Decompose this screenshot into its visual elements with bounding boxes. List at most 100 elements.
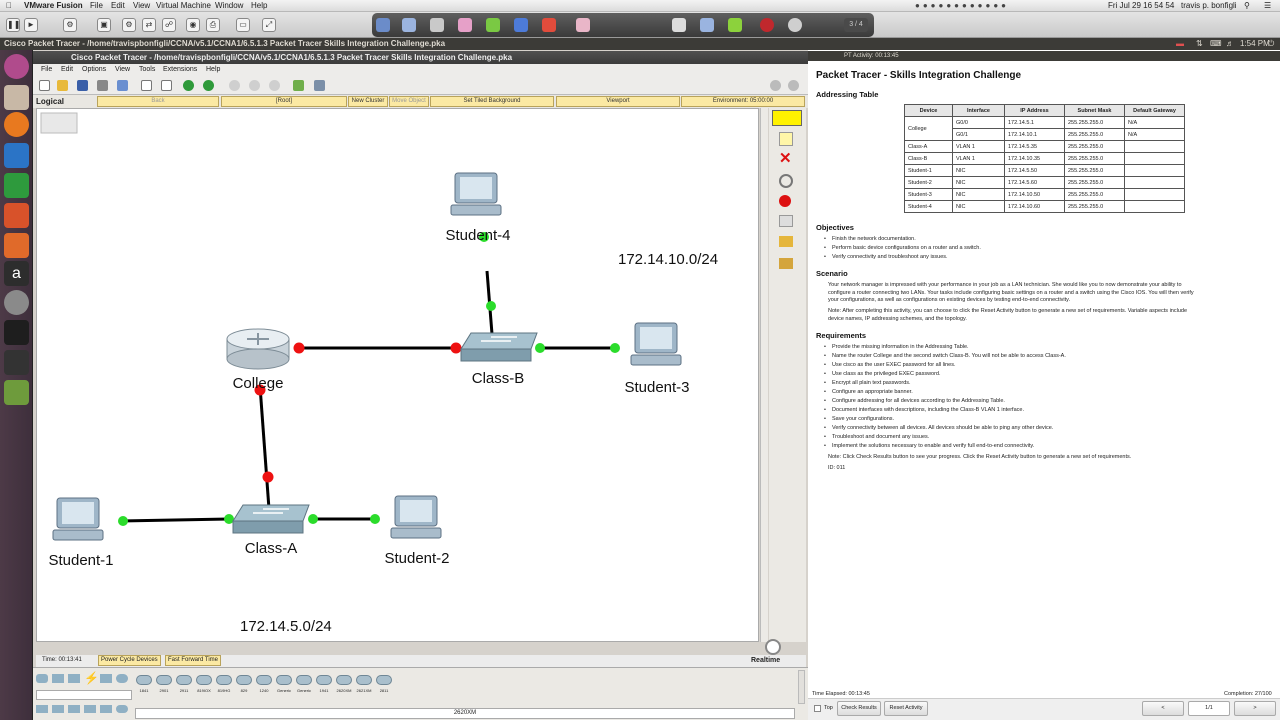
- wrench-icon[interactable]: ⚙: [63, 18, 77, 32]
- eraser-tool-icon[interactable]: [430, 18, 444, 32]
- zoom-reset-icon[interactable]: [249, 80, 260, 91]
- share-icon[interactable]: ⇄: [142, 18, 156, 32]
- usb-icon[interactable]: ☍: [162, 18, 176, 32]
- display-icon[interactable]: ▭: [236, 18, 250, 32]
- pt-menu-options[interactable]: Options: [82, 66, 106, 73]
- environment-button[interactable]: Environment: 05:00:00: [681, 96, 805, 107]
- device-model-item[interactable]: 1240: [255, 671, 273, 701]
- brain-tool-icon[interactable]: [576, 18, 590, 32]
- new-cluster-button[interactable]: New Cluster: [348, 96, 388, 107]
- menu-help[interactable]: Help: [251, 1, 267, 10]
- inspect-icon[interactable]: [779, 174, 793, 188]
- notification-icon[interactable]: ☰: [1264, 1, 1271, 10]
- device-model-item[interactable]: 2901: [155, 671, 173, 701]
- device-model-item[interactable]: 819HG: [215, 671, 233, 701]
- files-icon[interactable]: [4, 85, 29, 110]
- menu-virtual-machine[interactable]: Virtual Machine: [156, 1, 211, 10]
- zoom-out-icon[interactable]: [269, 80, 280, 91]
- device-label-classb[interactable]: Class-B: [472, 370, 525, 387]
- spotlight-icon[interactable]: ⚲: [1244, 1, 1250, 10]
- keyboard-icon[interactable]: ⌨: [1210, 39, 1222, 48]
- menu-window[interactable]: Window: [215, 1, 243, 10]
- device-label-college[interactable]: College: [233, 375, 284, 392]
- back-button[interactable]: Back: [97, 96, 219, 107]
- device-model-item[interactable]: 819IOX: [195, 671, 213, 701]
- ubuntu-clock[interactable]: 1:54 PM: [1240, 39, 1270, 48]
- app-name[interactable]: VMware Fusion: [24, 1, 83, 10]
- pt-menu-extensions[interactable]: Extensions: [163, 66, 197, 73]
- wan-category-icon[interactable]: [116, 674, 128, 683]
- device-model-item[interactable]: 2911: [175, 671, 193, 701]
- workspace-scrollbar[interactable]: [760, 108, 768, 642]
- prev-page-button[interactable]: <: [1142, 701, 1184, 716]
- menubar-user[interactable]: travis p. bonfigli: [1181, 1, 1237, 10]
- rectangle-tool-icon[interactable]: [672, 18, 686, 32]
- pc-icon[interactable]: [390, 495, 442, 539]
- device-label-student4[interactable]: Student-4: [445, 227, 510, 244]
- power-icon[interactable]: ⏻: [1268, 39, 1274, 49]
- add-simple-pdu-icon[interactable]: [779, 236, 793, 247]
- undo-icon[interactable]: [183, 80, 194, 91]
- select-tool-icon[interactable]: [772, 110, 802, 126]
- network-icon[interactable]: ⇅: [1196, 39, 1203, 48]
- hub-category-icon[interactable]: [68, 674, 80, 683]
- device-label-student2[interactable]: Student-2: [384, 550, 449, 567]
- wizard-icon[interactable]: [117, 80, 128, 91]
- impress-icon[interactable]: [4, 203, 29, 228]
- indicator-icons[interactable]: ▬: [1176, 39, 1184, 48]
- menu-edit[interactable]: Edit: [111, 1, 125, 10]
- person-icon[interactable]: [788, 18, 802, 32]
- copy-icon[interactable]: [141, 80, 152, 91]
- writer-icon[interactable]: [4, 143, 29, 168]
- end-devices-category-icon[interactable]: [100, 674, 112, 683]
- pt-menu-help[interactable]: Help: [206, 66, 220, 73]
- menu-view[interactable]: View: [133, 1, 150, 10]
- printer-icon[interactable]: ⎙: [206, 18, 220, 32]
- switch-icon[interactable]: [232, 504, 310, 534]
- settings-icon[interactable]: ⚙: [122, 18, 136, 32]
- device-label-student1[interactable]: Student-1: [48, 552, 113, 569]
- open-file-icon[interactable]: [57, 80, 68, 91]
- add-complex-pdu-icon[interactable]: [779, 258, 793, 269]
- model-scrollbar[interactable]: [798, 670, 805, 704]
- realtime-clock-icon[interactable]: [765, 639, 781, 655]
- check-results-button[interactable]: Check Results: [837, 701, 881, 716]
- redo-icon[interactable]: [203, 80, 214, 91]
- device-model-item[interactable]: Generic: [295, 671, 313, 701]
- router-category-icon[interactable]: [36, 674, 48, 683]
- pointer-tool-icon[interactable]: [376, 18, 390, 32]
- pt-menu-tools[interactable]: Tools: [139, 66, 155, 73]
- security-category-icon[interactable]: [36, 705, 48, 713]
- tiled-background-button[interactable]: Set Tiled Background: [430, 96, 554, 107]
- custom-category-icon[interactable]: [68, 705, 80, 713]
- router-icon[interactable]: [226, 328, 290, 370]
- multiuser-category-icon[interactable]: [84, 705, 96, 713]
- switch-category-icon[interactable]: [52, 674, 64, 683]
- firefox-icon[interactable]: [4, 112, 29, 137]
- play-icon[interactable]: ►: [24, 18, 38, 32]
- power-cycle-button[interactable]: Power Cycle Devices: [98, 655, 161, 666]
- apple-icon[interactable]: : [6, 1, 12, 10]
- system-settings-icon[interactable]: [4, 290, 29, 315]
- software-center-icon[interactable]: [4, 233, 29, 258]
- record-icon[interactable]: [760, 18, 774, 32]
- line-tool-icon[interactable]: [700, 18, 714, 32]
- delete-icon[interactable]: ✕: [779, 151, 793, 166]
- terminal-icon[interactable]: [4, 350, 29, 375]
- terminal-dark-icon[interactable]: [4, 320, 29, 345]
- device-model-item[interactable]: Generic: [275, 671, 293, 701]
- pc-icon[interactable]: [450, 172, 502, 216]
- fast-forward-button[interactable]: Fast Forward Time: [165, 655, 222, 666]
- calc-icon[interactable]: [4, 173, 29, 198]
- info-icon[interactable]: [770, 80, 781, 91]
- device-model-item[interactable]: 1841: [135, 671, 153, 701]
- cluster-thumbnail-icon[interactable]: [40, 112, 78, 134]
- logical-workspace[interactable]: Student-4 College Class-B Student-3 Stud…: [36, 108, 759, 642]
- highlight-tool-icon[interactable]: [402, 18, 416, 32]
- snapshot-icon[interactable]: ▣: [97, 18, 111, 32]
- fullscreen-icon[interactable]: ⤢: [262, 18, 276, 32]
- amazon-icon[interactable]: a: [4, 261, 29, 286]
- pc-icon[interactable]: [630, 322, 682, 366]
- paste-icon[interactable]: [161, 80, 172, 91]
- pen-tool-icon[interactable]: [486, 18, 500, 32]
